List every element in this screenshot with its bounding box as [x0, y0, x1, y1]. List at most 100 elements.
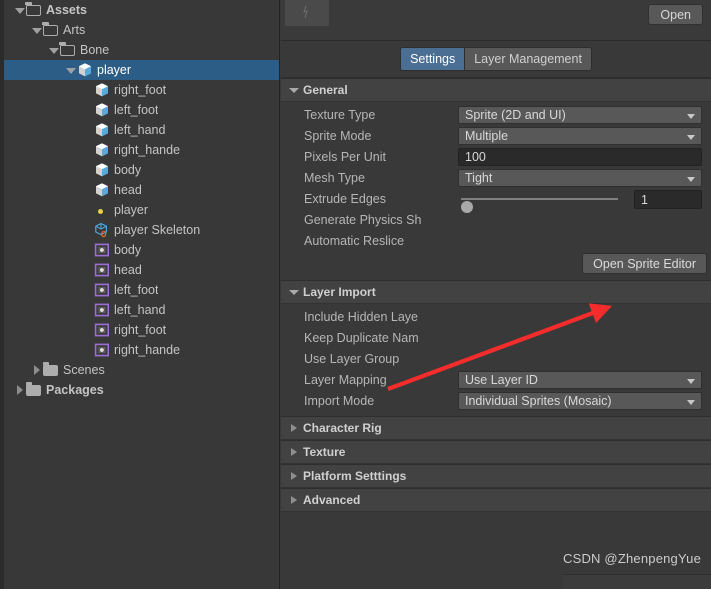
section-header-advanced[interactable]: Advanced	[281, 488, 711, 512]
unity-inspector-screen: Assets Arts Bone player right_foot left_foot l…	[0, 0, 711, 589]
sprite-icon	[94, 242, 110, 258]
chevron-right-icon[interactable]	[31, 360, 43, 380]
label-include-hidden-layers: Include Hidden Laye	[304, 310, 418, 324]
tree-row-player-skeleton[interactable]: player Skeleton	[4, 220, 279, 240]
control-pixels-per-unit: 100	[458, 148, 702, 166]
tree-twisty-placeholder	[82, 340, 94, 360]
tree-row-body[interactable]: body	[4, 240, 279, 260]
open-button[interactable]: Open	[648, 4, 703, 25]
section-title-character-rig: Character Rig	[303, 421, 382, 435]
input-extrude-edges-value[interactable]: 1	[634, 190, 702, 209]
tree-row-label: Arts	[63, 23, 86, 37]
tree-twisty-placeholder	[82, 300, 94, 320]
tree-row-player[interactable]: player	[4, 60, 279, 80]
tree-row-right-foot[interactable]: right_foot	[4, 320, 279, 340]
tree-twisty-placeholder	[82, 220, 94, 240]
tree-row-bone[interactable]: Bone	[4, 40, 279, 60]
tree-row-scenes[interactable]: Scenes	[4, 360, 279, 380]
dropdown-texture-type[interactable]: Sprite (2D and UI)	[458, 106, 702, 124]
tree-row-assets[interactable]: Assets	[4, 0, 279, 20]
label-pixels-per-unit: Pixels Per Unit	[304, 150, 386, 164]
sprite-preview-icon	[303, 5, 308, 19]
folder-icon	[26, 382, 42, 398]
prefab-icon	[94, 122, 110, 138]
label-use-layer-group: Use Layer Group	[304, 352, 400, 366]
tree-row-right-hande[interactable]: right_hande	[4, 340, 279, 360]
section-body-general: Texture Type Sprite (2D and UI) Sprite M…	[281, 102, 711, 280]
section-header-texture[interactable]: Texture	[281, 440, 711, 464]
tree-row-label: body	[114, 243, 142, 257]
tree-row-head[interactable]: head	[4, 260, 279, 280]
dropdown-import-mode[interactable]: Individual Sprites (Mosaic)	[458, 392, 702, 410]
tree-row-left-hand[interactable]: left_hand	[4, 120, 279, 140]
section-body-layer-import: Include Hidden Laye Keep Duplicate Nam U…	[281, 304, 711, 416]
field-layer-mapping: Layer Mapping Use Layer ID	[281, 370, 711, 390]
field-mesh-type: Mesh Type Tight	[281, 168, 711, 188]
tree-row-left-foot[interactable]: left_foot	[4, 100, 279, 120]
inspector-tabs[interactable]: Settings Layer Management	[400, 47, 592, 71]
section-header-platform-settings[interactable]: Platform Setttings	[281, 464, 711, 488]
chevron-down-icon[interactable]	[14, 0, 26, 20]
tree-row-label: right_hande	[114, 343, 181, 357]
tree-row-body[interactable]: body	[4, 160, 279, 180]
prefab-icon	[94, 182, 110, 198]
tree-row-packages[interactable]: Packages	[4, 380, 279, 400]
dropdown-value-sprite-mode: Multiple	[465, 129, 509, 143]
sprite-icon	[94, 322, 110, 338]
label-extrude-edges: Extrude Edges	[304, 192, 386, 206]
tree-row-left-hand[interactable]: left_hand	[4, 300, 279, 320]
tree-row-right-hande[interactable]: right_hande	[4, 140, 279, 160]
dropdown-layer-mapping[interactable]: Use Layer ID	[458, 371, 702, 389]
asset-preview-thumbnail[interactable]	[285, 0, 329, 26]
tab-settings[interactable]: Settings	[401, 48, 465, 70]
chevron-right-icon[interactable]	[14, 380, 26, 400]
open-sprite-editor-button[interactable]: Open Sprite Editor	[582, 253, 707, 274]
tree-row-player[interactable]: player	[4, 200, 279, 220]
sprite-icon	[94, 302, 110, 318]
tree-row-label: left_foot	[114, 283, 159, 297]
label-automatic-reslice: Automatic Reslice	[304, 234, 405, 248]
prefab-icon	[94, 142, 110, 158]
tree-twisty-placeholder	[82, 240, 94, 260]
yellow-dot-icon	[94, 202, 110, 218]
watermark-text: CSDN @ZhenpengYue	[562, 551, 701, 566]
chevron-down-icon	[687, 400, 695, 405]
control-import-mode: Individual Sprites (Mosaic)	[458, 392, 702, 410]
folder-icon	[43, 362, 59, 378]
tree-row-label: Packages	[46, 383, 104, 397]
chevron-down-icon[interactable]	[48, 40, 60, 60]
slider-track-extrude-edges[interactable]	[461, 198, 618, 213]
tree-row-left-foot[interactable]: left_foot	[4, 280, 279, 300]
project-tree-list[interactable]: Assets Arts Bone player right_foot left_foot l…	[4, 0, 279, 400]
tab-layer-management[interactable]: Layer Management	[464, 48, 591, 70]
folder-open-icon	[25, 1, 42, 18]
skeleton-icon	[94, 222, 110, 238]
folder-shape	[59, 41, 75, 56]
tree-twisty-placeholder	[82, 140, 94, 160]
input-pixels-per-unit[interactable]: 100	[458, 148, 702, 166]
dropdown-sprite-mode[interactable]: Multiple	[458, 127, 702, 145]
project-tree-panel[interactable]: Assets Arts Bone player right_foot left_foot l…	[0, 0, 280, 589]
inspector-footer-strip	[562, 574, 711, 589]
tree-row-head[interactable]: head	[4, 180, 279, 200]
sprite-icon	[94, 262, 110, 278]
folder-shape	[26, 382, 41, 396]
section-header-character-rig[interactable]: Character Rig	[281, 416, 711, 440]
tree-twisty-placeholder	[82, 160, 94, 180]
tree-row-label: player	[97, 63, 132, 77]
field-sprite-mode: Sprite Mode Multiple	[281, 126, 711, 146]
inspector-header: Open	[281, 0, 711, 41]
section-header-layer-import[interactable]: Layer Import	[281, 280, 711, 304]
section-title-general: General	[303, 83, 348, 97]
control-texture-type: Sprite (2D and UI)	[458, 106, 702, 124]
tree-row-right-foot[interactable]: right_foot	[4, 80, 279, 100]
section-title-texture: Texture	[303, 445, 346, 459]
tree-row-arts[interactable]: Arts	[4, 20, 279, 40]
chevron-down-icon[interactable]	[65, 60, 77, 80]
control-mesh-type: Tight	[458, 169, 702, 187]
section-header-general[interactable]: General	[281, 78, 711, 102]
folder-open-icon	[42, 21, 59, 38]
label-mesh-type: Mesh Type	[304, 171, 365, 185]
dropdown-mesh-type[interactable]: Tight	[458, 169, 702, 187]
chevron-down-icon[interactable]	[31, 20, 43, 40]
